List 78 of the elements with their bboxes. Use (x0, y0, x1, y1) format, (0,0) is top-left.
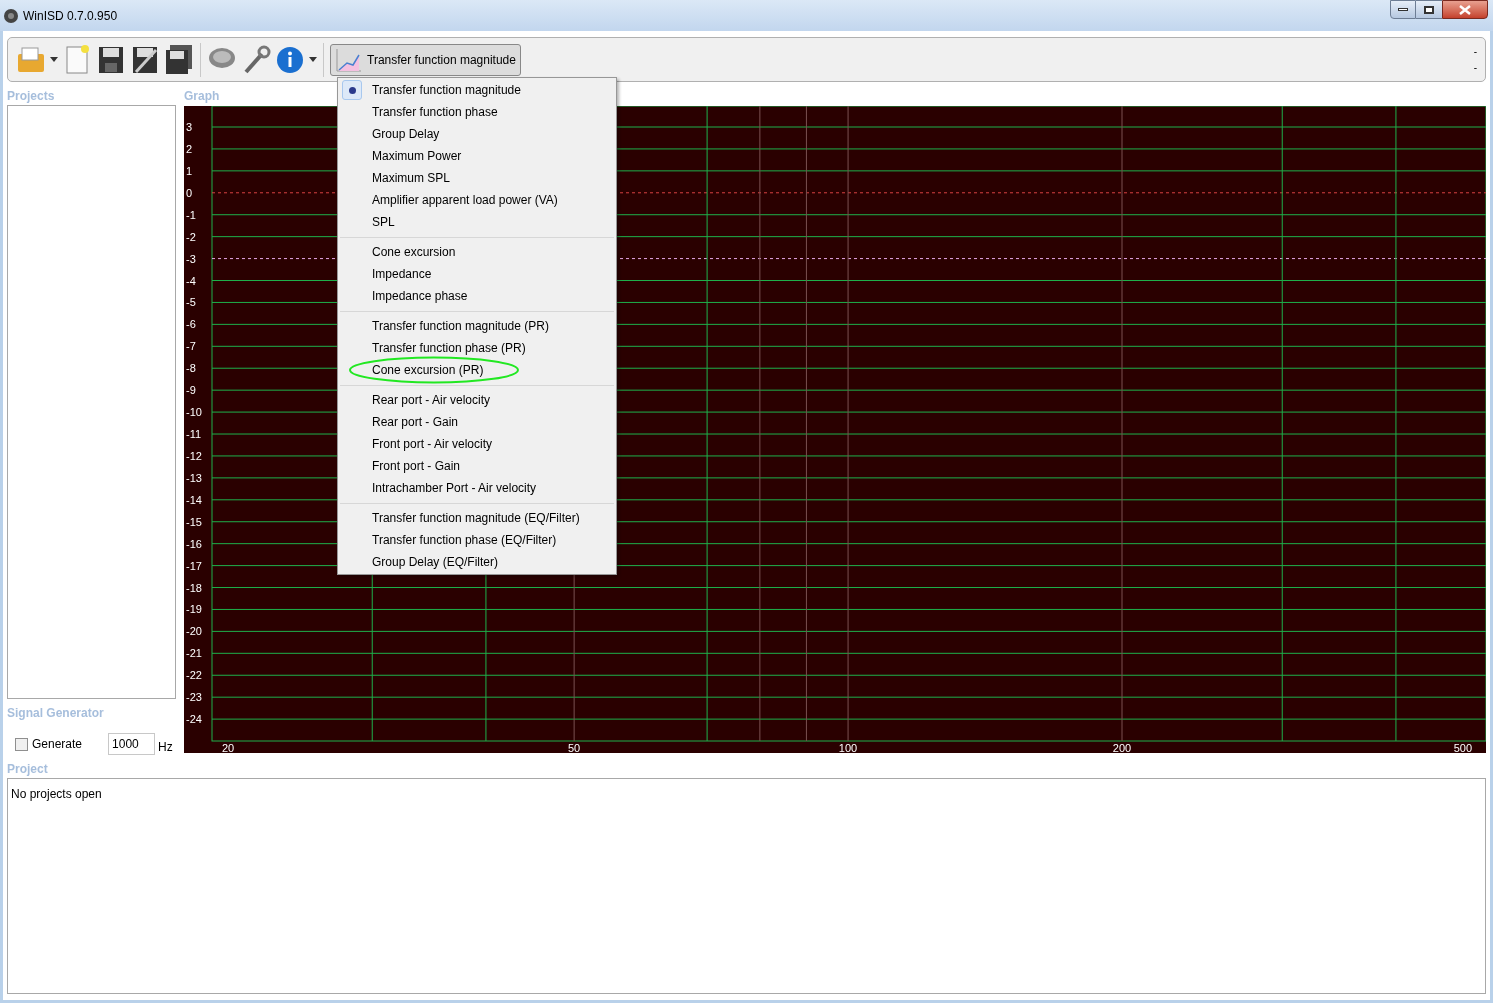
speaker-app-icon (3, 7, 19, 24)
y-axis-label: -16 (186, 537, 202, 550)
y-axis-label: -5 (186, 296, 196, 309)
menu-item[interactable]: Group Delay (338, 123, 616, 145)
y-axis-label: -15 (186, 515, 202, 528)
menu-item[interactable]: Intrachamber Port - Air velocity (338, 477, 616, 499)
y-axis-label: -10 (186, 406, 202, 419)
toolbar-grip-mark: - (1473, 46, 1477, 57)
y-axis-label: 2 (186, 142, 193, 155)
menu-item[interactable]: Impedance phase (338, 285, 616, 307)
y-axis-label: -7 (186, 340, 196, 353)
section-title: Graph (184, 88, 220, 105)
x-axis-label: 50 (567, 742, 581, 753)
y-axis-label: -9 (186, 384, 196, 397)
graph-type-dropdown[interactable]: Transfer function magnitude (330, 43, 521, 76)
unit-label: Hz (158, 739, 173, 756)
menu-item[interactable]: Rear port - Air velocity (338, 389, 616, 411)
dropdown-caret-icon[interactable] (309, 57, 317, 62)
project-status-text: No projects open (11, 787, 102, 801)
y-axis-label: 0 (186, 186, 193, 199)
y-axis-label: -4 (186, 274, 196, 287)
menu-item[interactable]: Transfer function phase (EQ/Filter) (338, 529, 616, 551)
y-axis-label: -13 (186, 471, 202, 484)
menu-item[interactable]: SPL (338, 211, 616, 233)
menu-item[interactable]: Cone excursion (338, 241, 616, 263)
chart-icon (335, 46, 363, 73)
generate-checkbox[interactable]: Generate (15, 735, 83, 753)
x-axis-label: 200 (1112, 742, 1132, 753)
y-axis-label: -14 (186, 493, 202, 506)
menu-item[interactable]: Transfer function magnitude (338, 79, 616, 101)
dropdown-caret-icon[interactable] (50, 57, 58, 62)
section-title: Signal Generator (7, 705, 104, 722)
menu-item[interactable]: Maximum Power (338, 145, 616, 167)
section-title: Projects (7, 88, 55, 105)
window-title: WinISD 0.7.0.950 (23, 7, 118, 25)
toolbar-grip-mark: - (1473, 62, 1477, 73)
y-axis-label: 3 (186, 121, 193, 133)
y-axis-label: 1 (186, 164, 193, 177)
y-axis-label: -23 (186, 691, 202, 704)
menu-item[interactable]: Transfer function magnitude (EQ/Filter) (338, 507, 616, 529)
menu-item[interactable]: Cone excursion (PR) (338, 359, 616, 381)
minimize-icon (1398, 8, 1408, 11)
menu-item[interactable]: Transfer function magnitude (PR) (338, 315, 616, 337)
y-axis-label: -2 (186, 230, 196, 243)
y-axis-label: -19 (186, 603, 202, 616)
y-axis-label: -3 (186, 252, 196, 265)
maximize-button[interactable] (1416, 0, 1442, 19)
y-axis-label: -24 (186, 713, 202, 726)
menu-item[interactable]: Transfer function phase (338, 101, 616, 123)
y-axis-label: -1 (186, 208, 196, 221)
menu-item[interactable]: Maximum SPL (338, 167, 616, 189)
y-axis-label: -21 (186, 647, 202, 660)
maximize-icon (1424, 5, 1434, 14)
menu-item[interactable]: Transfer function phase (PR) (338, 337, 616, 359)
y-axis-label: -6 (186, 318, 196, 331)
close-icon (1459, 4, 1471, 15)
x-axis-label: 20 (222, 742, 235, 753)
menu-item[interactable]: Impedance (338, 263, 616, 285)
y-axis-label: -20 (186, 625, 202, 638)
save-all-icon[interactable] (164, 43, 194, 76)
frequency-field[interactable]: 1000 (108, 733, 156, 755)
y-axis-label: -18 (186, 581, 202, 594)
menu-item[interactable]: Front port - Gain (338, 455, 616, 477)
x-axis-label: 100 (838, 742, 858, 753)
y-axis-label: -22 (186, 669, 202, 682)
menu-item[interactable]: Amplifier apparent load power (VA) (338, 189, 616, 211)
close-button[interactable] (1442, 0, 1488, 19)
y-axis-label: -17 (186, 559, 202, 572)
menu-item[interactable]: Group Delay (EQ/Filter) (338, 551, 616, 573)
y-axis-label: -11 (186, 428, 202, 440)
y-axis-label: -12 (186, 449, 202, 462)
section-title: Project (7, 761, 48, 778)
menu-item[interactable]: Rear port - Gain (338, 411, 616, 433)
minimize-button[interactable] (1390, 0, 1416, 19)
menu-item[interactable]: Front port - Air velocity (338, 433, 616, 455)
y-axis-label: -8 (186, 362, 196, 375)
x-axis-label: 500 (1453, 742, 1472, 753)
checkbox-square (15, 737, 28, 751)
